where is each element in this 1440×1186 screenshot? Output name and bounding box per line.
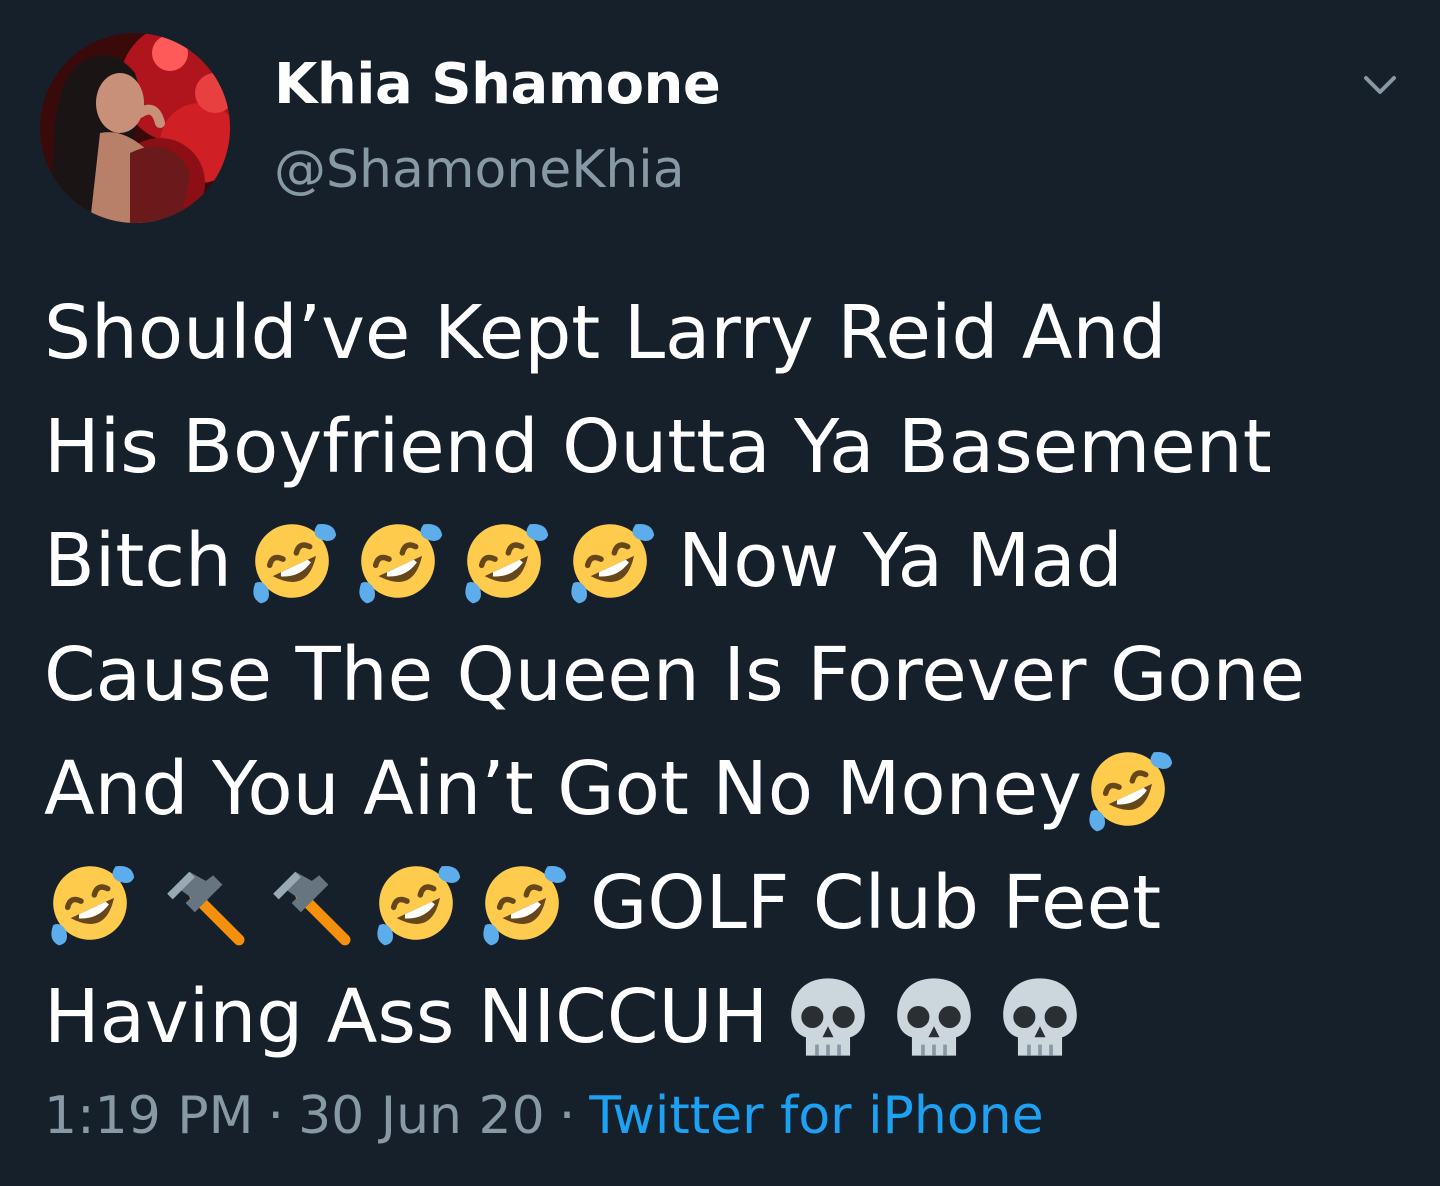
user-handle[interactable]: @ShamoneKhia <box>274 140 685 200</box>
tweet-text: Should’ve Kept Larry Reid And His Boyfri… <box>44 276 1414 1074</box>
rolling-on-floor-laughing-emoji <box>476 857 568 949</box>
tweet-line: GOLF Club Feet <box>44 846 1414 960</box>
tweet-time[interactable]: 1:19 PM <box>44 1086 254 1146</box>
tweet-line: Having Ass NICCUH <box>44 960 1414 1074</box>
tweet-line: Cause The Queen Is Forever Gone <box>44 618 1414 732</box>
avatar[interactable] <box>40 33 230 223</box>
tweet-text-segment: Should’ve Kept Larry Reid And <box>44 290 1167 376</box>
tweet-line: And You Ain’t Got No Money <box>44 732 1414 846</box>
tweet-source-link[interactable]: Twitter for iPhone <box>589 1086 1043 1146</box>
hammer-emoji <box>158 857 250 949</box>
skull-emoji <box>994 971 1086 1063</box>
tweet-line: His Boyfriend Outta Ya Basement <box>44 390 1414 504</box>
meta-separator: · <box>558 1086 576 1146</box>
tweet-date[interactable]: 30 Jun 20 <box>298 1086 545 1146</box>
tweet-text-segment: And You Ain’t Got No Money <box>44 746 1082 832</box>
tweet-text-segment: GOLF Club Feet <box>590 860 1162 946</box>
tweet-card: Khia Shamone @ShamoneKhia Should’ve Kept… <box>0 0 1440 1186</box>
rolling-on-floor-laughing-emoji <box>246 515 338 607</box>
rolling-on-floor-laughing-emoji <box>458 515 550 607</box>
hammer-emoji <box>264 857 356 949</box>
avatar-image <box>40 33 230 223</box>
tweet-text-segment: Cause The Queen Is Forever Gone <box>44 632 1306 718</box>
rolling-on-floor-laughing-emoji <box>564 515 656 607</box>
skull-emoji <box>782 971 874 1063</box>
tweet-text-segment: Now Ya Mad <box>677 518 1123 604</box>
tweet-line: Bitch Now Ya Mad <box>44 504 1414 618</box>
tweet-text-segment: Bitch <box>44 518 232 604</box>
tweet-line: Should’ve Kept Larry Reid And <box>44 276 1414 390</box>
tweet-text-segment: Having Ass NICCUH <box>44 974 769 1060</box>
rolling-on-floor-laughing-emoji <box>352 515 444 607</box>
rolling-on-floor-laughing-emoji <box>44 857 136 949</box>
display-name[interactable]: Khia Shamone <box>274 52 721 117</box>
tweet-text-segment: His Boyfriend Outta Ya Basement <box>44 404 1272 490</box>
rolling-on-floor-laughing-emoji <box>1082 743 1174 835</box>
rolling-on-floor-laughing-emoji <box>370 857 462 949</box>
meta-separator: · <box>267 1086 285 1146</box>
tweet-meta: 1:19 PM · 30 Jun 20 · Twitter for iPhone <box>44 1086 1044 1146</box>
skull-emoji <box>888 971 980 1063</box>
chevron-down-icon[interactable] <box>1358 68 1402 104</box>
